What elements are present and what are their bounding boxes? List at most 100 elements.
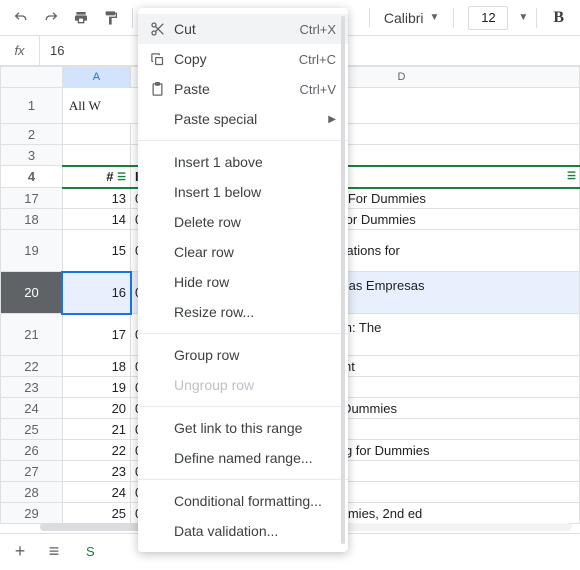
row-header[interactable]: 26 [1, 440, 63, 461]
row-header[interactable]: 25 [1, 419, 63, 440]
row-header[interactable]: 4 [1, 166, 63, 188]
cell[interactable]: 18 [62, 356, 130, 377]
header-num[interactable]: # ☰ [62, 166, 130, 188]
menu-label: Hide row [174, 274, 336, 290]
context-menu: Cut Ctrl+X Copy Ctrl+C Paste Ctrl+V Past… [138, 8, 348, 552]
menu-delete-row[interactable]: Delete row [138, 207, 348, 237]
menu-shortcut: Ctrl+X [300, 22, 336, 37]
separator [369, 8, 370, 28]
add-sheet-button[interactable]: + [8, 541, 32, 562]
menu-label: Data validation... [174, 523, 336, 539]
cut-icon [150, 21, 174, 37]
menu-label: Conditional formatting... [174, 493, 336, 509]
menu-resize-row[interactable]: Resize row... [138, 297, 348, 327]
menu-data-validation[interactable]: Data validation... [138, 516, 348, 546]
col-header-a[interactable]: A [62, 67, 130, 88]
menu-separator [138, 479, 348, 480]
font-name-label: Calibri [384, 10, 424, 26]
cell[interactable]: 24 [62, 482, 130, 503]
scrollbar[interactable] [341, 16, 345, 544]
cell[interactable]: 21 [62, 419, 130, 440]
cell-selected[interactable]: 16 [62, 272, 130, 314]
menu-label: Group row [174, 347, 336, 363]
row-header[interactable]: 27 [1, 461, 63, 482]
cell[interactable]: 23 [62, 461, 130, 482]
row-header[interactable]: 29 [1, 503, 63, 524]
menu-label: Copy [174, 51, 299, 67]
print-button[interactable] [68, 5, 94, 31]
filter-icon[interactable]: ☰ [117, 172, 126, 183]
menu-named-range[interactable]: Define named range... [138, 443, 348, 473]
row-header[interactable]: 2 [1, 124, 63, 145]
font-size-input[interactable]: 12 [468, 6, 508, 30]
menu-cut[interactable]: Cut Ctrl+X [138, 14, 348, 44]
undo-button[interactable] [8, 5, 34, 31]
paste-icon [150, 82, 174, 97]
menu-label: Paste special [174, 111, 328, 127]
menu-copy[interactable]: Copy Ctrl+C [138, 44, 348, 74]
cell[interactable]: 14 [62, 209, 130, 230]
formula-value[interactable]: 16 [40, 43, 74, 58]
row-header[interactable]: 28 [1, 482, 63, 503]
menu-label: Define named range... [174, 450, 336, 466]
row-header[interactable]: 3 [1, 145, 63, 166]
cell[interactable]: 17 [62, 314, 130, 356]
menu-shortcut: Ctrl+V [300, 82, 336, 97]
menu-label: Resize row... [174, 304, 336, 320]
cell[interactable]: 13 [62, 188, 130, 209]
menu-insert-above[interactable]: Insert 1 above [138, 147, 348, 177]
menu-insert-below[interactable]: Insert 1 below [138, 177, 348, 207]
row-header[interactable]: 21 [1, 314, 63, 356]
chevron-down-icon: ▼ [430, 12, 440, 23]
menu-label: Ungroup row [174, 377, 336, 393]
menu-separator [138, 140, 348, 141]
redo-button[interactable] [38, 5, 64, 31]
all-sheets-button[interactable]: ≡ [42, 541, 66, 562]
chevron-right-icon: ▶ [328, 114, 336, 125]
menu-label: Insert 1 above [174, 154, 336, 170]
paint-format-button[interactable] [98, 5, 124, 31]
font-size-value: 12 [481, 10, 495, 25]
select-all-corner[interactable] [1, 67, 63, 88]
row-header[interactable]: 23 [1, 377, 63, 398]
row-header[interactable]: 1 [1, 88, 63, 124]
cell[interactable]: 19 [62, 377, 130, 398]
menu-label: Get link to this range [174, 420, 336, 436]
menu-shortcut: Ctrl+C [299, 52, 336, 67]
sheet-tab[interactable]: S [76, 534, 105, 570]
menu-separator [138, 406, 348, 407]
separator [453, 8, 454, 28]
copy-icon [150, 52, 174, 67]
menu-clear-row[interactable]: Clear row [138, 237, 348, 267]
menu-label: Cut [174, 21, 300, 37]
menu-separator [138, 333, 348, 334]
row-header[interactable]: 24 [1, 398, 63, 419]
cell[interactable]: 15 [62, 230, 130, 272]
menu-get-link[interactable]: Get link to this range [138, 413, 348, 443]
bold-button[interactable]: B [545, 9, 572, 27]
row-header[interactable]: 20 [1, 272, 63, 314]
menu-paste[interactable]: Paste Ctrl+V [138, 74, 348, 104]
row-header[interactable]: 19 [1, 230, 63, 272]
row-header[interactable]: 18 [1, 209, 63, 230]
separator [132, 8, 133, 28]
menu-hide-row[interactable]: Hide row [138, 267, 348, 297]
cell[interactable]: 20 [62, 398, 130, 419]
menu-ungroup-row: Ungroup row [138, 370, 348, 400]
menu-label: Insert 1 below [174, 184, 336, 200]
font-selector[interactable]: Calibri ▼ [378, 5, 446, 31]
menu-label: Clear row [174, 244, 336, 260]
chevron-down-icon[interactable]: ▼ [518, 12, 528, 23]
menu-group-row[interactable]: Group row [138, 340, 348, 370]
menu-conditional-formatting[interactable]: Conditional formatting... [138, 486, 348, 516]
menu-paste-special[interactable]: Paste special ▶ [138, 104, 348, 134]
menu-label: Delete row [174, 214, 336, 230]
row-header[interactable]: 22 [1, 356, 63, 377]
fx-label: fx [0, 36, 40, 65]
separator [536, 8, 537, 28]
filter-icon[interactable]: ☰ [567, 171, 576, 182]
cell[interactable]: 25 [62, 503, 130, 524]
cell[interactable]: 22 [62, 440, 130, 461]
menu-label: Paste [174, 81, 300, 97]
row-header[interactable]: 17 [1, 188, 63, 209]
